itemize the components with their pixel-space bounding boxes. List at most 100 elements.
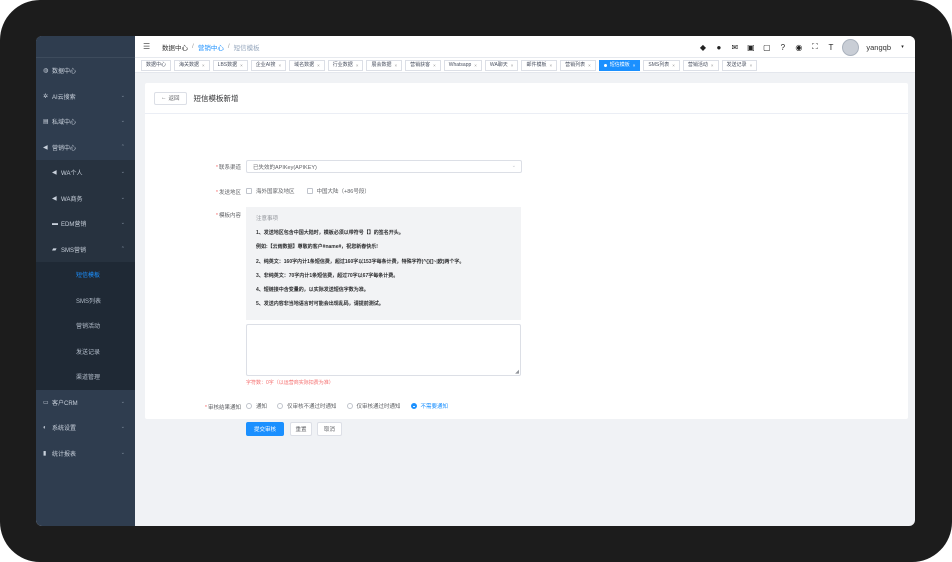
hamburger-icon[interactable]: ☰ [143, 42, 152, 51]
tag-acquisition[interactable]: 营销获客 × [405, 59, 441, 71]
notice-line: 3、非纯英文：70字内计1条短信费，超过70字以67字每条计费。 [256, 272, 399, 279]
ai-search-icon: ✲ [43, 93, 49, 100]
close-icon[interactable]: × [633, 61, 636, 70]
breadcrumb-home[interactable]: 数据中心 [162, 42, 188, 52]
close-icon[interactable]: × [549, 61, 552, 70]
tag-whatsapp[interactable]: Whatsapp × [443, 59, 482, 71]
arrow-left-icon: ← [161, 95, 167, 101]
sidebar-item-send-records[interactable]: 发送记录 [36, 338, 135, 364]
close-icon[interactable]: × [279, 61, 282, 70]
whatsapp-icon[interactable]: ● [714, 43, 723, 52]
required-mark: * [215, 165, 218, 171]
close-icon[interactable]: × [474, 61, 477, 70]
sidebar-item-wa-business[interactable]: ◀ WA商务 ⌄ [36, 185, 135, 211]
sidebar-item-channels[interactable]: 渠道管理 [36, 364, 135, 390]
tag-domain[interactable]: 域名数据 × [289, 59, 325, 71]
close-icon[interactable]: × [588, 61, 591, 70]
required-mark: * [215, 190, 218, 196]
close-icon[interactable]: × [433, 61, 436, 70]
sidebar-item-settings[interactable]: ◐ 系统设置 ⌄ [36, 415, 135, 441]
content-textarea[interactable]: ◢ [246, 324, 521, 376]
tag-marketing-list[interactable]: 营销列表 × [560, 59, 596, 71]
document-icon[interactable]: ▣ [746, 43, 755, 52]
tag-campaigns[interactable]: 营销活动 × [682, 59, 719, 71]
close-icon[interactable]: × [240, 61, 243, 70]
tag-ai-search[interactable]: 企业AI搜 × [250, 59, 287, 71]
tag-wa-chat[interactable]: WA聊天 × [484, 59, 519, 71]
form-card: ← 返回 短信模板新增 *联系渠道 已失效的APIKey(APIKEY) ⌄ *发… [145, 83, 908, 436]
region-china-checkbox[interactable]: 中国大陆（+86号段） [306, 187, 370, 195]
github-icon[interactable]: ◉ [794, 43, 803, 52]
char-count: 字符数：0字（以运营商实际扣费为准） [246, 380, 334, 386]
sidebar-item-private[interactable]: ▤ 私域中心 ⌄ [36, 109, 135, 135]
sidebar-item-sms-list[interactable]: SMS列表 [36, 287, 135, 313]
region-label: *发送地区 [215, 190, 241, 196]
radio-circle [346, 403, 353, 409]
region-overseas-checkbox[interactable]: 海外国家及地区 [246, 187, 295, 195]
sidebar-item-marketing[interactable]: ◀ 营销中心 ⌃ [36, 135, 135, 161]
font-size-icon[interactable]: T [826, 43, 835, 52]
sidebar-item-sms-template[interactable]: 短信模板 [36, 262, 135, 288]
device-frame: ◍ 数据中心 ✲ AI云搜索 ⌄ ▤ 私域中心 ⌄ ◀ 营销中心 ⌃ ◀ WA个人 ⌄ ◀ WA商务… [0, 0, 952, 562]
cancel-button[interactable]: 取消 [317, 422, 342, 436]
notice-box: 注意事项 1、发送地区包含中国大陆时，模板必须以带符号【】的签名开头。 例如:【… [246, 207, 521, 320]
close-icon[interactable]: × [394, 61, 397, 70]
review-notify-pass-radio[interactable]: 仅审核通过时通知 [346, 402, 401, 410]
back-button[interactable]: ← 返回 [154, 91, 187, 105]
sidebar-item-data-center[interactable]: ◍ 数据中心 [36, 58, 135, 84]
close-icon[interactable]: × [672, 61, 675, 70]
chevron-down-icon: ⌄ [120, 449, 125, 456]
close-icon[interactable]: × [317, 61, 320, 70]
close-icon[interactable]: × [356, 61, 359, 70]
username[interactable]: yangqb [866, 43, 891, 52]
help-icon[interactable]: ? [778, 43, 787, 52]
caret-down-icon[interactable]: ▾ [898, 44, 907, 50]
telegram-icon[interactable]: ◆ [698, 43, 707, 52]
review-notify-radio[interactable]: 通知 [246, 402, 267, 410]
reset-button[interactable]: 重置 [290, 422, 312, 436]
notice-line: 4、短链接中含变量的，以实际发送短信字数为准。 [256, 287, 369, 294]
sidebar-item-wa-personal[interactable]: ◀ WA个人 ⌄ [36, 160, 135, 186]
review-no-notify-radio[interactable]: 不需要通知 [410, 402, 448, 410]
sidebar-item-campaigns[interactable]: 营销活动 [36, 313, 135, 339]
tag-send-records[interactable]: 发送记录 × [721, 59, 758, 71]
close-icon[interactable]: × [711, 61, 714, 70]
chevron-up-icon: ⌃ [120, 245, 125, 252]
close-icon[interactable]: × [511, 61, 514, 70]
send-icon: ◀ [52, 195, 57, 202]
top-navbar: ☰ 数据中心 / 营销中心 / 短信模板 ◆ ● ✉ ▣ ▢ ? ◉ ⛶ T y… [135, 36, 915, 58]
close-icon[interactable]: × [750, 61, 753, 70]
tag-mail-template[interactable]: 邮件模板 × [521, 59, 558, 71]
fullscreen-icon[interactable]: ⛶ [810, 42, 819, 52]
close-icon[interactable]: × [202, 61, 205, 70]
sidebar-item-reports[interactable]: ▮ 统计报表 ⌄ [36, 441, 135, 467]
sidebar-item-ai-search[interactable]: ✲ AI云搜索 ⌄ [36, 84, 135, 110]
tag-customs[interactable]: 海关数据 × [174, 59, 210, 71]
sidebar-item-crm[interactable]: ▭ 客户CRM ⌄ [36, 390, 135, 416]
breadcrumb-parent[interactable]: 营销中心 [198, 42, 224, 52]
review-options: 通知 仅审核不通过时通知 仅审核通过时通知 不需要通知 [246, 402, 458, 410]
sidebar-item-edm[interactable]: ▬ EDM营销 ⌄ [36, 211, 135, 237]
submit-button[interactable]: 提交审核 [246, 422, 284, 436]
sidebar-item-sms[interactable]: ▰ SMS营销 ⌃ [36, 236, 135, 262]
tag-sms-template[interactable]: 短信模板 × [598, 59, 641, 71]
tag-data-center[interactable]: 数据中心 [141, 59, 172, 71]
checkbox-box [246, 188, 252, 194]
breadcrumb-separator: / [227, 43, 230, 50]
mail-icon[interactable]: ✉ [730, 43, 739, 52]
chat-icon[interactable]: ▢ [762, 43, 771, 52]
tag-expo[interactable]: 展会数据 × [366, 59, 403, 71]
notice-line: 2、纯英文：160字内计1条短信费，超过160字以153字每条计费，特殊字符(^… [256, 258, 465, 265]
resize-handle-icon[interactable]: ◢ [515, 369, 519, 375]
tag-lbs[interactable]: LBS数据 × [212, 59, 248, 71]
content-label: *模板内容 [215, 213, 241, 219]
review-notify-fail-radio[interactable]: 仅审核不通过时通知 [277, 402, 337, 410]
avatar[interactable] [842, 38, 860, 56]
breadcrumb-separator: / [192, 43, 194, 50]
tag-industry[interactable]: 行业数据 × [327, 59, 364, 71]
notice-line: 1、发送地区包含中国大陆时，模板必须以带符号【】的签名开头。 [256, 230, 404, 236]
tag-sms-list[interactable]: SMS列表 × [643, 59, 680, 71]
channel-select[interactable]: 已失效的APIKey(APIKEY) ⌄ [246, 160, 522, 173]
radio-circle [410, 403, 417, 409]
list-icon: ▤ [43, 119, 49, 126]
